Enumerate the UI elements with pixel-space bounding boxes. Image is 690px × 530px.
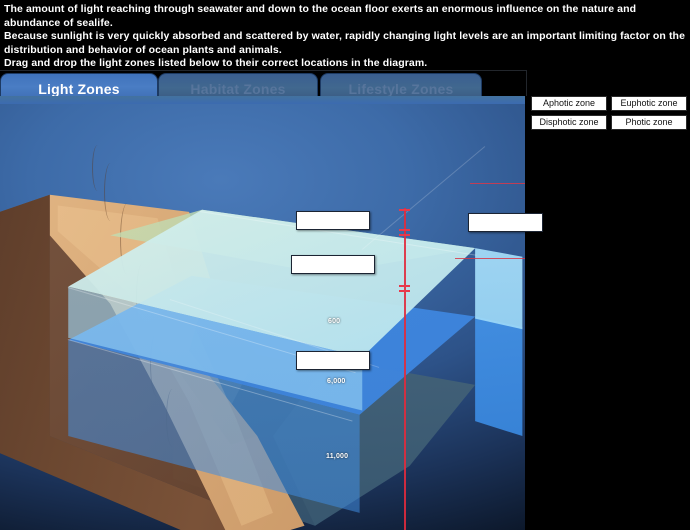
chip-photic-zone[interactable]: Photic zone	[611, 115, 687, 130]
depth-scale-line	[404, 208, 406, 530]
depth-scale	[0, 103, 525, 530]
depth-scale-tick	[399, 290, 410, 292]
drop-target-middle-left[interactable]	[291, 255, 375, 274]
drop-target-upper-left[interactable]	[296, 211, 370, 230]
draggable-label-tray: Aphotic zone Euphotic zone Disphotic zon…	[531, 96, 687, 134]
instructions-line-3: Drag and drop the light zones listed bel…	[4, 57, 428, 69]
drop-target-right[interactable]	[468, 213, 543, 232]
tab-underline-strip	[0, 96, 525, 104]
depth-label-600: 600	[328, 318, 341, 325]
depth-guide-line	[470, 183, 525, 184]
drop-target-lower-left[interactable]	[296, 351, 370, 370]
chip-aphotic-zone[interactable]: Aphotic zone	[531, 96, 607, 111]
chip-row-2: Disphotic zone Photic zone	[531, 115, 687, 130]
depth-label-11000: 11,000	[326, 453, 349, 460]
depth-scale-tick	[399, 285, 410, 287]
depth-scale-tick	[399, 234, 410, 236]
depth-label-6000: 6,000	[327, 378, 346, 385]
instructions-block: The amount of light reaching through sea…	[4, 3, 686, 71]
ocean-light-zones-diagram: 600 6,000 11,000	[0, 103, 525, 530]
chip-disphotic-zone[interactable]: Disphotic zone	[531, 115, 607, 130]
depth-scale-tick	[399, 209, 410, 211]
chip-euphotic-zone[interactable]: Euphotic zone	[611, 96, 687, 111]
instructions-line-2: Because sunlight is very quickly absorbe…	[4, 30, 686, 56]
instructions-line-1: The amount of light reaching through sea…	[4, 3, 637, 29]
depth-scale-tick	[399, 229, 410, 231]
depth-guide-line	[455, 258, 525, 259]
chip-row-1: Aphotic zone Euphotic zone	[531, 96, 687, 111]
